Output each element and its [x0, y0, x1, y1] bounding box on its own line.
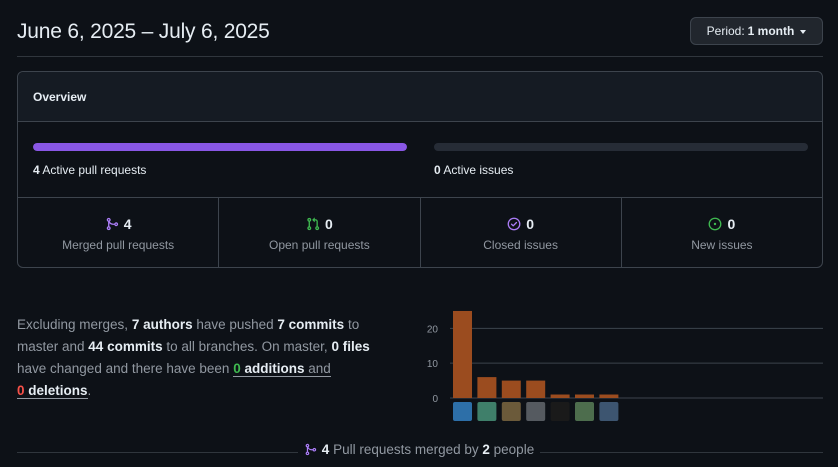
- author-avatar[interactable]: [526, 402, 546, 421]
- summary-text: .: [87, 383, 92, 398]
- overview-title: Overview: [18, 72, 822, 122]
- author-avatar[interactable]: [550, 402, 570, 421]
- overview-bars: 4 Active pull requests 0 Active issues: [18, 122, 822, 198]
- deletions-word: deletions: [28, 383, 88, 398]
- chart-bar[interactable]: [526, 380, 546, 398]
- stat-merged-prs[interactable]: 4 Merged pull requests: [18, 198, 220, 267]
- chart-bar[interactable]: [477, 377, 497, 398]
- chevron-down-icon: [800, 29, 807, 34]
- active-prs-track: [33, 143, 407, 151]
- deletions-link[interactable]: 0 deletions: [17, 383, 88, 399]
- overview-stats: 4 Merged pull requests 0 Open pull reque…: [18, 198, 822, 267]
- chart-y-tick-label: 10: [427, 359, 439, 370]
- author-avatar[interactable]: [501, 402, 521, 421]
- summary-text: and: [304, 361, 331, 376]
- stat-closed-issues-label: Closed issues: [483, 238, 558, 252]
- merged-text: people: [489, 442, 535, 457]
- author-avatar[interactable]: [599, 402, 619, 421]
- chart-bar[interactable]: [453, 310, 472, 398]
- active-issues-section[interactable]: 0 Active issues: [434, 143, 808, 177]
- chart-bar[interactable]: [575, 394, 594, 398]
- deletions-count: 0: [17, 383, 25, 398]
- stat-closed-issues-value: 0: [526, 216, 535, 232]
- git-merge-icon: [106, 217, 118, 231]
- git-pull-request-icon: [307, 217, 320, 231]
- active-prs-text: Active pull requests: [42, 163, 147, 177]
- active-issues-label[interactable]: 0 Active issues: [434, 163, 808, 177]
- date-range-title: June 6, 2025 – July 6, 2025: [17, 20, 270, 43]
- author-avatar[interactable]: [477, 402, 497, 421]
- active-prs-fill: [33, 143, 407, 151]
- summary-text: to all branches. On master,: [162, 339, 332, 354]
- active-prs-section[interactable]: 4 Active pull requests: [33, 143, 407, 177]
- stat-open-prs-value: 0: [324, 216, 333, 232]
- chart-y-tick-label: 0: [432, 394, 438, 405]
- merged-text: Pull requests merged by: [329, 442, 483, 457]
- stat-new-issues-value: 0: [727, 216, 736, 232]
- summary-authors: 7 authors: [131, 317, 193, 332]
- additions-link[interactable]: 0 additions and: [233, 361, 331, 377]
- period-dropdown-button[interactable]: Period: 1 month: [690, 17, 823, 45]
- active-issues-track: [434, 143, 808, 151]
- stat-closed-issues[interactable]: 0 Closed issues: [421, 198, 622, 267]
- stat-open-prs[interactable]: 0 Open pull requests: [219, 198, 421, 267]
- overview-panel: Overview 4 Active pull requests 0 Active…: [17, 71, 823, 268]
- commits-by-author-chart: 0 10 20: [427, 310, 823, 421]
- summary-files: 0 files: [331, 339, 370, 354]
- chart-bar[interactable]: [550, 394, 570, 398]
- summary-commits-all: 44 commits: [88, 339, 163, 354]
- chart-bar[interactable]: [501, 380, 521, 398]
- additions-word: additions: [244, 361, 305, 376]
- author-avatar[interactable]: [575, 402, 594, 421]
- period-value: 1 month: [747, 24, 795, 38]
- page-header: June 6, 2025 – July 6, 2025 Period: 1 mo…: [17, 0, 823, 57]
- additions-count: 0: [233, 361, 241, 376]
- commit-summary: Excluding merges, 7 authors have pushed …: [17, 314, 397, 402]
- issue-opened-icon: [709, 217, 722, 231]
- period-prefix: Period:: [706, 24, 745, 38]
- summary-text: have changed and there have been: [17, 361, 234, 376]
- stat-new-issues[interactable]: 0 New issues: [622, 198, 822, 267]
- active-prs-label[interactable]: 4 Active pull requests: [33, 163, 407, 177]
- summary-commits-master: 7 commits: [277, 317, 345, 332]
- summary-text: have pushed: [192, 317, 278, 332]
- stat-open-prs-label: Open pull requests: [269, 238, 370, 252]
- git-merge-icon: [305, 443, 316, 456]
- chart-bar[interactable]: [599, 394, 619, 398]
- active-prs-count: 4: [33, 163, 40, 177]
- stat-merged-prs-value: 4: [123, 216, 132, 232]
- issue-closed-icon: [507, 217, 521, 231]
- active-issues-count: 0: [434, 163, 441, 177]
- summary-text: Excluding merges,: [17, 317, 132, 332]
- active-issues-text: Active issues: [443, 163, 514, 177]
- merged-people-count: 2: [482, 442, 490, 457]
- author-avatar[interactable]: [453, 402, 472, 421]
- merged-caption: 4 Pull requests merged by 2 people: [0, 442, 838, 459]
- stat-merged-prs-label: Merged pull requests: [62, 238, 175, 252]
- chart-y-tick-label: 20: [427, 324, 439, 335]
- stat-new-issues-label: New issues: [691, 238, 753, 252]
